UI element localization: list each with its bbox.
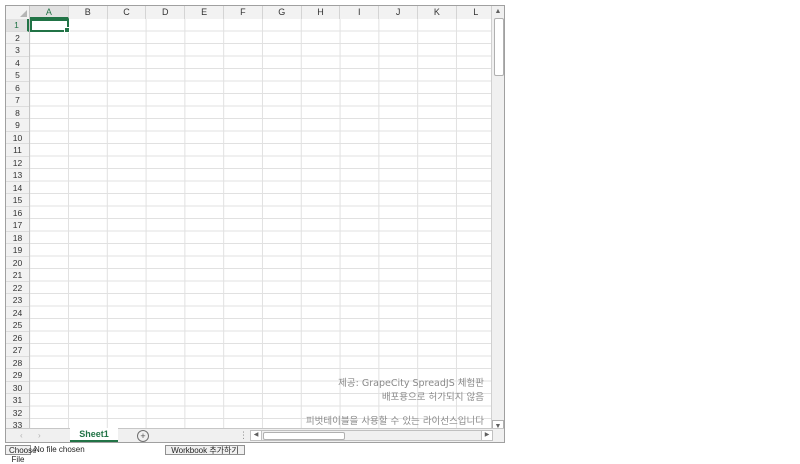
column-header-e[interactable]: E xyxy=(185,6,224,19)
spreadsheet-widget[interactable]: ABCDEFGHIJKL 1 2 3 4 5 6 7 8 9 10 11 12 13 14 15 16 17 18… xyxy=(5,5,505,443)
scroll-left-icon[interactable]: ◀ xyxy=(251,431,262,440)
row-header-22[interactable]: 22 xyxy=(6,282,29,294)
column-header-a[interactable]: A xyxy=(30,6,69,19)
column-header-l[interactable]: L xyxy=(457,6,496,19)
column-header-d[interactable]: D xyxy=(146,6,186,19)
vertical-scrollbar[interactable]: ▲ ▼ xyxy=(491,6,504,431)
row-header-7[interactable]: 7 xyxy=(6,94,29,107)
row-header-12[interactable]: 12 xyxy=(6,157,29,169)
watermark-line-3: 피벗테이블을 사용할 수 있는 라이선스입니다 xyxy=(305,416,484,427)
row-header-23[interactable]: 23 xyxy=(6,294,29,307)
row-header-26[interactable]: 26 xyxy=(6,332,29,344)
column-header-f[interactable]: F xyxy=(224,6,263,19)
row-header-19[interactable]: 19 xyxy=(6,244,29,257)
row-header-21[interactable]: 21 xyxy=(6,269,29,282)
cell-grid[interactable]: 제공: GrapeCity SpreadJS 체험판 배포용으로 허가되지 않음… xyxy=(30,19,492,431)
tab-sheet1[interactable]: Sheet1 xyxy=(70,428,118,442)
row-header-1[interactable]: 1 xyxy=(6,19,29,32)
scroll-up-icon[interactable]: ▲ xyxy=(492,6,504,17)
column-header-bar: ABCDEFGHIJKL xyxy=(6,6,496,20)
row-header-9[interactable]: 9 xyxy=(6,119,29,132)
scroll-right-icon[interactable]: ▶ xyxy=(481,431,492,440)
active-cell-a1[interactable] xyxy=(30,19,70,33)
column-header-g[interactable]: G xyxy=(263,6,302,19)
add-workbook-button[interactable]: Workbook 추가하기 xyxy=(165,445,245,455)
horizontal-scrollbar[interactable]: ◀ ▶ xyxy=(250,430,493,441)
row-header-25[interactable]: 25 xyxy=(6,319,29,332)
row-header-28[interactable]: 28 xyxy=(6,357,29,369)
chevron-left-icon[interactable]: ‹ xyxy=(20,429,23,442)
watermark-line-2: 배포용으로 허가되지 않음 xyxy=(381,392,484,403)
chevron-right-icon[interactable]: › xyxy=(38,429,41,442)
column-header-k[interactable]: K xyxy=(418,6,457,19)
row-header-24[interactable]: 24 xyxy=(6,307,29,319)
row-header-14[interactable]: 14 xyxy=(6,182,29,194)
row-header-5[interactable]: 5 xyxy=(6,69,29,82)
row-header-32[interactable]: 32 xyxy=(6,407,29,419)
row-header-29[interactable]: 29 xyxy=(6,369,29,382)
row-header-30[interactable]: 30 xyxy=(6,382,29,394)
vertical-scroll-thumb[interactable] xyxy=(494,18,504,76)
row-header-27[interactable]: 27 xyxy=(6,344,29,357)
horizontal-scroll-thumb[interactable] xyxy=(263,432,345,440)
select-all-corner[interactable] xyxy=(6,6,30,19)
watermark-line-1: 제공: GrapeCity SpreadJS 체험판 xyxy=(338,378,484,389)
row-header-15[interactable]: 15 xyxy=(6,194,29,207)
column-header-j[interactable]: J xyxy=(379,6,418,19)
row-header-10[interactable]: 10 xyxy=(6,132,29,144)
row-header-16[interactable]: 16 xyxy=(6,207,29,219)
column-header-c[interactable]: C xyxy=(108,6,147,19)
choose-file-button[interactable]: Choose File xyxy=(5,445,37,464)
splitter-dots-icon[interactable]: ⋮ xyxy=(239,430,248,441)
plus-circle-icon[interactable]: + xyxy=(137,430,149,442)
row-header-4[interactable]: 4 xyxy=(6,57,29,69)
row-header-20[interactable]: 20 xyxy=(6,257,29,269)
sheet-tab-strip: ‹ › Sheet1 + ⋮ ◀ ▶ xyxy=(6,428,504,442)
row-header-11[interactable]: 11 xyxy=(6,144,29,157)
trial-watermark: 제공: GrapeCity SpreadJS 체험판 배포용으로 허가되지 않음… xyxy=(306,377,484,429)
row-header-2[interactable]: 2 xyxy=(6,32,29,44)
row-header-17[interactable]: 17 xyxy=(6,219,29,232)
row-header-3[interactable]: 3 xyxy=(6,44,29,57)
column-header-b[interactable]: B xyxy=(69,6,108,19)
column-header-h[interactable]: H xyxy=(302,6,341,19)
row-header-13[interactable]: 13 xyxy=(6,169,29,182)
row-header-6[interactable]: 6 xyxy=(6,82,29,94)
row-header-18[interactable]: 18 xyxy=(6,232,29,244)
row-header-31[interactable]: 31 xyxy=(6,394,29,407)
row-header-8[interactable]: 8 xyxy=(6,107,29,119)
row-header-bar: 1 2 3 4 5 6 7 8 9 10 11 12 13 14 15 16 17 18 19 20 21 22 23 24 2… xyxy=(6,19,30,431)
column-header-i[interactable]: I xyxy=(340,6,380,19)
